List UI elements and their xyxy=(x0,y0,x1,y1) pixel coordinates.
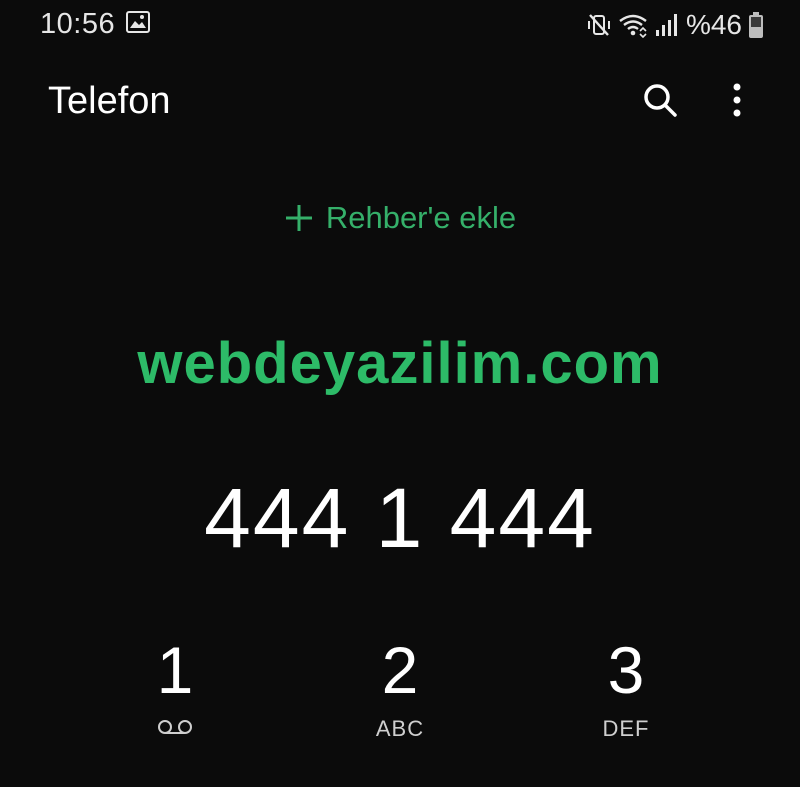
search-icon xyxy=(642,82,678,123)
status-time: 10:56 xyxy=(40,8,116,40)
dialed-number[interactable]: 444 1 444 xyxy=(0,470,800,567)
plus-icon xyxy=(284,203,314,233)
gallery-icon xyxy=(126,11,150,33)
search-button[interactable] xyxy=(640,82,680,122)
key-letters: ABC xyxy=(375,716,425,741)
key-digit: 1 xyxy=(156,633,194,707)
dial-keypad: 1 2 ABC 3 DEF xyxy=(0,632,800,787)
voicemail-icon xyxy=(157,718,193,741)
wifi-icon xyxy=(618,12,648,38)
key-digit: 2 xyxy=(381,633,419,707)
battery-icon xyxy=(748,11,764,39)
page-title: Telefon xyxy=(48,80,171,122)
mute-vibrate-icon xyxy=(586,12,612,38)
status-bar: 10:56 %46 xyxy=(0,0,800,50)
add-to-contacts-label: Rehber'e ekle xyxy=(325,200,517,235)
key-1[interactable]: 1 xyxy=(75,632,275,762)
key-letters: DEF xyxy=(602,716,650,741)
key-2[interactable]: 2 ABC xyxy=(300,632,500,762)
key-digit: 3 xyxy=(607,633,645,707)
status-icons: %46 xyxy=(586,8,764,42)
add-to-contacts-button[interactable]: Rehber'e ekle xyxy=(0,200,800,236)
more-options-button[interactable] xyxy=(722,82,752,122)
key-3[interactable]: 3 DEF xyxy=(526,632,726,762)
watermark: webdeyazilim.com xyxy=(137,331,663,396)
signal-icon xyxy=(654,12,678,38)
battery-percent: %46 xyxy=(685,9,742,40)
more-vert-icon xyxy=(732,82,742,123)
